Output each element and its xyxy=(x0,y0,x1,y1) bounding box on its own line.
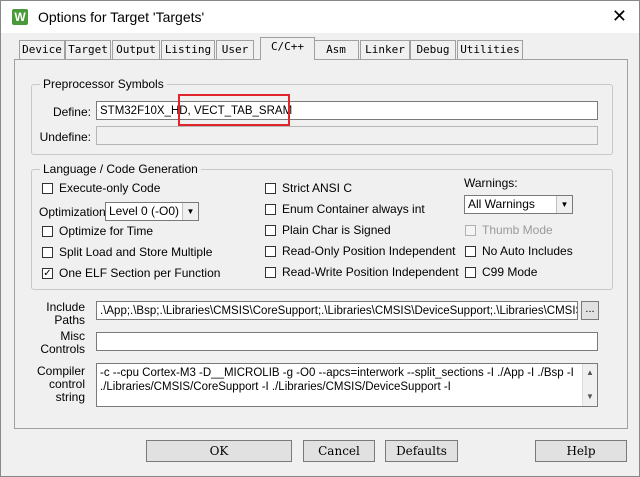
compiler-control-line2: ./Libraries/CMSIS/CoreSupport -I ./Libra… xyxy=(100,381,451,393)
ok-button[interactable]: OK xyxy=(146,440,292,462)
enum-container-label: Enum Container always int xyxy=(282,202,425,216)
window-title: Options for Target 'Targets' xyxy=(38,9,205,25)
no-auto-includes-checkbox[interactable] xyxy=(465,246,476,257)
preprocessor-group-label: Preprocessor Symbols xyxy=(43,77,164,91)
compiler-control-line1: -c --cpu Cortex-M3 -D__MICROLIB -g -O0 -… xyxy=(100,367,574,379)
split-load-checkbox[interactable] xyxy=(42,247,53,258)
c99-mode-label: C99 Mode xyxy=(482,265,538,279)
tab-user[interactable]: User xyxy=(216,40,254,59)
tab-c-cpp[interactable]: C/C++ xyxy=(260,37,315,60)
compiler-control-string[interactable]: -c --cpu Cortex-M3 -D__MICROLIB -g -O0 -… xyxy=(96,363,598,407)
optimization-label: Optimization: xyxy=(39,205,110,219)
title-bar: W Options for Target 'Targets' ✕ xyxy=(1,1,639,33)
optimize-time-label: Optimize for Time xyxy=(59,224,154,238)
include-paths-browse-button[interactable]: ... xyxy=(581,301,599,320)
split-load-label: Split Load and Store Multiple xyxy=(59,245,213,259)
no-auto-includes-label: No Auto Includes xyxy=(482,244,573,258)
language-group-label: Language / Code Generation xyxy=(43,162,198,176)
define-highlight-box xyxy=(178,94,290,126)
plain-char-checkbox[interactable] xyxy=(265,225,276,236)
keil-app-icon: W xyxy=(12,9,28,25)
tab-debug[interactable]: Debug xyxy=(410,40,456,59)
tab-output[interactable]: Output xyxy=(112,40,160,59)
warnings-label: Warnings: xyxy=(464,176,518,190)
tab-linker[interactable]: Linker xyxy=(360,40,410,59)
scroll-down-icon[interactable]: ▼ xyxy=(586,390,594,404)
rw-pi-checkbox[interactable] xyxy=(265,267,276,278)
chevron-down-icon: ▼ xyxy=(556,196,572,213)
one-elf-label: One ELF Section per Function xyxy=(59,266,221,280)
define-input[interactable]: STM32F10X_HD, VECT_TAB_SRAM xyxy=(96,101,598,120)
misc-controls-input[interactable] xyxy=(96,332,598,351)
compiler-control-scrollbar[interactable]: ▲ ▼ xyxy=(582,364,597,406)
strict-ansi-checkbox[interactable] xyxy=(265,183,276,194)
tab-target[interactable]: Target xyxy=(65,40,111,59)
warnings-value: All Warnings xyxy=(468,197,535,211)
rw-pi-label: Read-Write Position Independent xyxy=(282,265,459,279)
misc-controls-label: Misc Controls xyxy=(40,329,85,356)
include-paths-input[interactable]: .\App;.\Bsp;.\Libraries\CMSIS\CoreSuppor… xyxy=(96,301,578,320)
enum-container-checkbox[interactable] xyxy=(265,204,276,215)
scroll-up-icon[interactable]: ▲ xyxy=(586,366,594,380)
optimize-time-checkbox[interactable] xyxy=(42,226,53,237)
chevron-down-icon: ▼ xyxy=(182,203,198,220)
one-elf-checkbox[interactable]: ✓ xyxy=(42,268,53,279)
tab-listing[interactable]: Listing xyxy=(161,40,215,59)
thumb-mode-label: Thumb Mode xyxy=(482,223,553,237)
strict-ansi-label: Strict ANSI C xyxy=(282,181,353,195)
defaults-button[interactable]: Defaults xyxy=(385,440,458,462)
execute-only-checkbox[interactable] xyxy=(42,183,53,194)
plain-char-label: Plain Char is Signed xyxy=(282,223,391,237)
optimization-value: Level 0 (-O0) xyxy=(109,204,180,218)
include-paths-label: Include Paths xyxy=(46,300,85,327)
c99-mode-checkbox[interactable] xyxy=(465,267,476,278)
help-button[interactable]: Help xyxy=(535,440,627,462)
tab-utilities[interactable]: Utilities xyxy=(457,40,523,59)
ro-pi-label: Read-Only Position Independent xyxy=(282,244,456,258)
define-label: Define: xyxy=(52,105,91,119)
compiler-control-label: Compiler control string xyxy=(36,364,85,404)
undefine-label: Undefine: xyxy=(39,130,91,144)
tab-device[interactable]: Device xyxy=(19,40,65,59)
ro-pi-checkbox[interactable] xyxy=(265,246,276,257)
cancel-button[interactable]: Cancel xyxy=(303,440,375,462)
thumb-mode-checkbox[interactable] xyxy=(465,225,476,236)
optimization-select[interactable]: Level 0 (-O0) ▼ xyxy=(105,202,199,221)
tab-asm[interactable]: Asm xyxy=(313,40,359,59)
execute-only-label: Execute-only Code xyxy=(59,181,161,195)
warnings-select[interactable]: All Warnings ▼ xyxy=(464,195,573,214)
undefine-input[interactable] xyxy=(96,126,598,145)
close-icon[interactable]: ✕ xyxy=(612,7,627,25)
options-dialog: W Options for Target 'Targets' ✕ Device … xyxy=(0,0,640,477)
